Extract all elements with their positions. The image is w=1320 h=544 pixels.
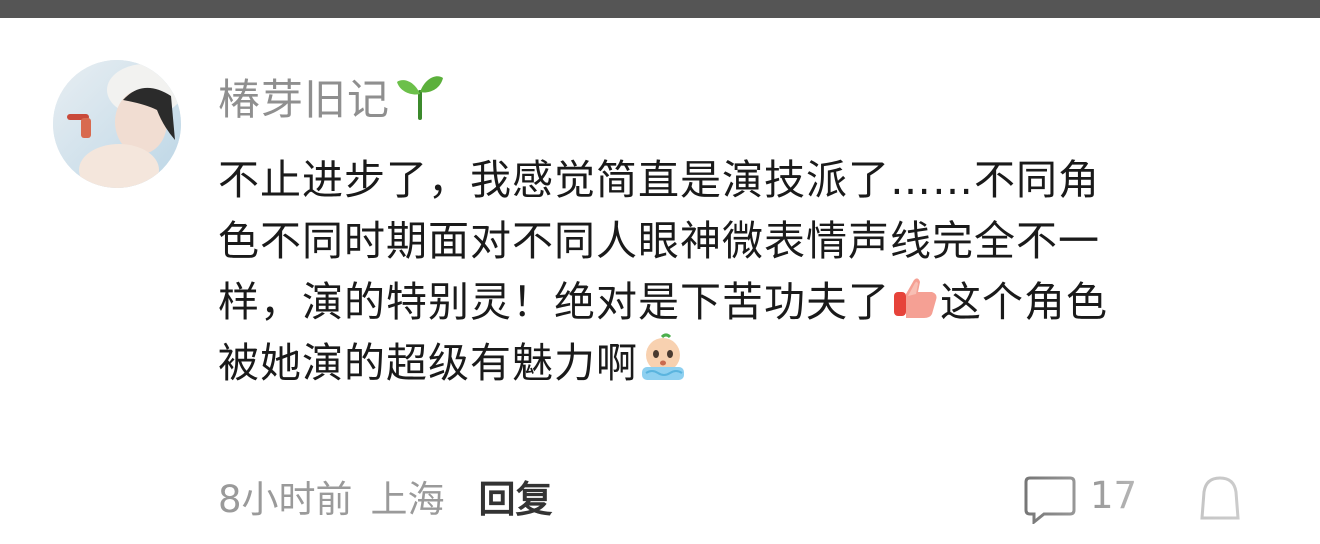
comment-line-text: 这个角色: [940, 278, 1108, 326]
like-count: 17: [1090, 474, 1138, 517]
top-bar: [0, 0, 1320, 18]
crying-face-emoji-icon: [642, 333, 684, 380]
comment-bubble-icon[interactable]: [1022, 474, 1078, 524]
sprout-icon: [397, 76, 444, 120]
comment-line: 样，演的特别灵！绝对是下苦功夫了 这个角色: [218, 272, 1278, 333]
comment-line: 色不同时期面对不同人眼神微表情声线完全不一: [218, 217, 1100, 265]
comment-meta: 8小时前 上海 回复: [218, 468, 553, 524]
thumbs-up-emoji-icon: [894, 278, 937, 318]
username[interactable]: 椿芽旧记: [218, 66, 390, 127]
comment-line: 被她演的超级有魅力啊: [218, 333, 1278, 394]
like-icon[interactable]: [1196, 472, 1244, 524]
avatar-image: [53, 60, 181, 188]
comment-time: 8小时前: [218, 478, 353, 521]
comment-actions: 17: [1000, 468, 1320, 528]
comment-line: 不止进步了，我感觉简直是演技派了……不同角: [218, 156, 1100, 204]
username-row: 椿芽旧记: [218, 68, 446, 124]
comment-line-text: 被她演的超级有魅力啊: [218, 339, 638, 387]
reply-button[interactable]: 回复: [479, 469, 553, 523]
comment-line-text: 样，演的特别灵！绝对是下苦功夫了: [218, 278, 890, 326]
comment-text: 不止进步了，我感觉简直是演技派了……不同角 色不同时期面对不同人眼神微表情声线完…: [218, 150, 1278, 394]
comment-location: 上海: [370, 478, 445, 521]
avatar[interactable]: [53, 60, 181, 188]
